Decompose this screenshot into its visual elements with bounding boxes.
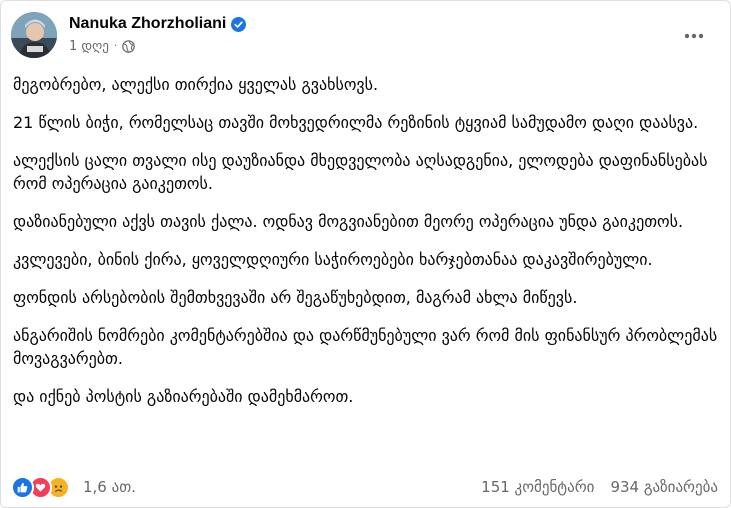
comments-count[interactable]: 151 კომენტარი bbox=[481, 478, 594, 496]
author-name[interactable]: Nanuka Zhorzholiani bbox=[69, 15, 226, 33]
post-paragraph: ალექსის ცალი თვალი ისე დაუზიანდა მხედველ… bbox=[13, 151, 708, 193]
reaction-count[interactable]: 1,6 ათ. bbox=[83, 478, 136, 496]
post-paragraph: 21 წლის ბიჭი, რომელსაც თავში მოხვედრილმა… bbox=[13, 113, 699, 132]
like-reaction-icon bbox=[11, 476, 34, 499]
avatar[interactable] bbox=[11, 12, 57, 58]
post-text: მეგობრებო, ალექსი თირქია ყველას გვახსოვს… bbox=[13, 73, 718, 423]
author-name-row: Nanuka Zhorzholiani bbox=[69, 15, 247, 33]
shares-count[interactable]: 934 გაზიარება bbox=[610, 478, 718, 496]
post-paragraph: დაზიანებული აქვს თავის ქალა. ოდნავ მოგვი… bbox=[13, 212, 684, 231]
post-paragraph: მეგობრებო, ალექსი თირქია ყველას გვახსოვს… bbox=[13, 75, 379, 94]
verified-badge-icon bbox=[231, 16, 247, 32]
post-paragraph: ანგარიშის ნომრები კომენტარებშია და დარწმ… bbox=[13, 326, 718, 368]
reactions-summary[interactable] bbox=[11, 476, 70, 499]
post-paragraph: და იქნებ პოსტის გაზიარებაში დამეხმაროთ. bbox=[13, 387, 354, 406]
meta-separator: · bbox=[113, 41, 118, 52]
post-stats: 151 კომენტარი 934 გაზიარება bbox=[481, 478, 718, 496]
post-footer: 1,6 ათ. 151 კომენტარი 934 გაზიარება bbox=[11, 475, 720, 501]
post-header: Nanuka Zhorzholiani 1 დღე · bbox=[11, 12, 720, 58]
post-paragraph: ფონდის არსებობის შემთხვევაში არ შეგაწუხე… bbox=[13, 288, 578, 307]
post-card: Nanuka Zhorzholiani 1 დღე · მეგობრებო, ა… bbox=[0, 0, 731, 508]
post-meta: 1 დღე · bbox=[69, 39, 135, 54]
post-paragraph: კვლევები, ბინის ქირა, ყოველდღიური საჭირო… bbox=[13, 250, 653, 269]
post-time[interactable]: 1 დღე bbox=[69, 39, 109, 54]
globe-icon bbox=[122, 40, 135, 53]
more-options-icon[interactable] bbox=[682, 26, 706, 46]
